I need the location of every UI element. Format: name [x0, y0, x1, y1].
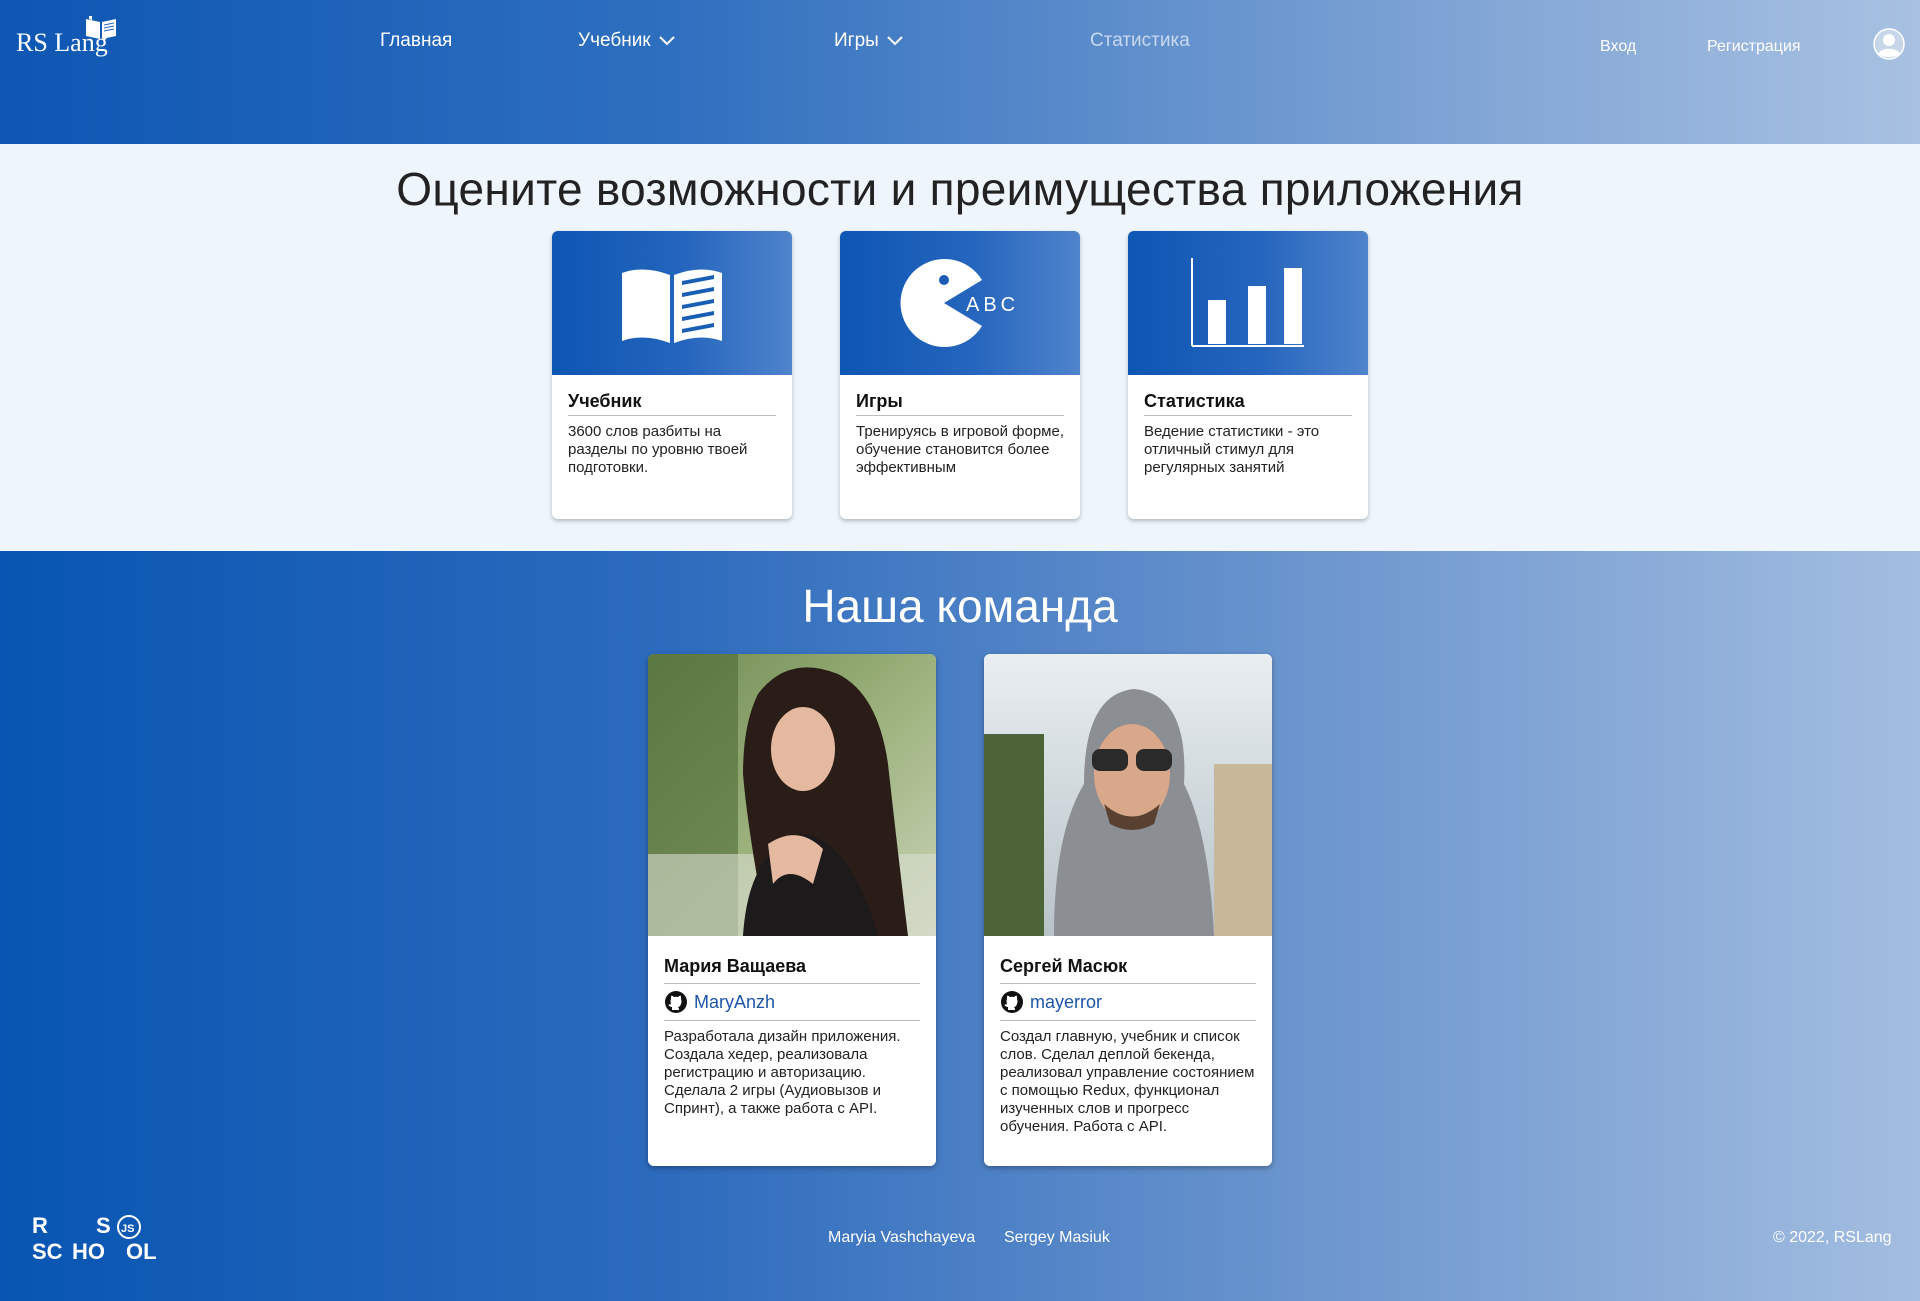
svg-text:JS: JS	[121, 1223, 134, 1235]
chevron-down-icon	[887, 36, 903, 46]
feature-card-text: Тренируясь в игровой форме, обучение ста…	[856, 423, 1064, 476]
team-card-maria: Мария Ващаева MaryAnzh Разработала дизай…	[648, 654, 936, 1166]
feature-card-text: 3600 слов разбиты на разделы по уровню т…	[568, 423, 748, 476]
nav-statistics[interactable]: Статистика	[1090, 30, 1190, 52]
nav-games[interactable]: Игры	[834, 30, 903, 52]
member-photo-sergey	[984, 654, 1272, 936]
nav-games-label: Игры	[834, 30, 879, 51]
feature-card-banner	[1128, 231, 1368, 375]
rs-school-logo[interactable]: R S SC HO OL JS	[30, 1213, 165, 1263]
svg-text:R: R	[32, 1213, 48, 1238]
feature-card-games[interactable]: ABC Игры Тренируясь в игровой форме, обу…	[840, 231, 1080, 519]
member-name: Сергей Масюк	[1000, 956, 1256, 984]
pacman-abc-icon: ABC	[900, 259, 1019, 347]
features-section: Оцените возможности и преимущества прило…	[0, 144, 1920, 551]
nav-statistics-label: Статистика	[1090, 30, 1190, 51]
feature-card-banner: ABC	[840, 231, 1080, 375]
feature-card-title: Статистика	[1144, 391, 1352, 416]
svg-text:HO: HO	[72, 1239, 105, 1263]
book-icon	[622, 269, 722, 343]
nav-textbook[interactable]: Учебник	[578, 30, 675, 52]
nav-home-label: Главная	[380, 30, 453, 51]
svg-text:S: S	[96, 1213, 111, 1238]
feature-card-statistics[interactable]: Статистика Ведение статистики - это отли…	[1128, 231, 1368, 519]
copyright: © 2022, RSLang	[1773, 1229, 1892, 1246]
user-avatar-icon[interactable]	[1873, 28, 1905, 60]
login-button[interactable]: Вход	[1600, 38, 1636, 56]
feature-card-banner	[552, 231, 792, 375]
header: RS Lang Главная Учебник Игры Статистика …	[0, 0, 1920, 144]
book-icon	[86, 16, 116, 39]
github-icon[interactable]	[664, 990, 688, 1014]
feature-card-text: Ведение статистики - это отличный стимул…	[1144, 423, 1320, 476]
footer-link-maryia[interactable]: Maryia Vashchayeva	[828, 1229, 975, 1247]
team-card-sergey: Сергей Масюк mayerror Создал главную, уч…	[984, 654, 1272, 1166]
team-title: Наша команда	[802, 580, 1118, 632]
register-button[interactable]: Регистрация	[1707, 38, 1801, 56]
team-section: Наша команда Мария Ващаева MaryAnzh Разр…	[0, 551, 1920, 1301]
nav-textbook-label: Учебник	[578, 30, 651, 51]
github-row: MaryAnzh	[664, 984, 920, 1021]
bar-chart-icon	[1191, 258, 1304, 347]
features-title: Оцените возможности и преимущества прило…	[396, 163, 1524, 215]
feature-card-title: Учебник	[568, 391, 776, 416]
svg-text:OL: OL	[126, 1239, 157, 1263]
member-name: Мария Ващаева	[664, 956, 920, 984]
nav-home[interactable]: Главная	[380, 30, 452, 52]
github-icon[interactable]	[1000, 990, 1024, 1014]
feature-card-textbook[interactable]: Учебник 3600 слов разбиты на разделы по …	[552, 231, 792, 519]
member-description: Разработала дизайн приложения. Создала х…	[664, 1028, 901, 1117]
member-photo-maria	[648, 654, 936, 936]
abc-text: ABC	[966, 294, 1019, 316]
feature-card-title: Игры	[856, 391, 1064, 416]
chevron-down-icon	[658, 36, 675, 46]
svg-text:SC: SC	[32, 1239, 63, 1263]
github-row: mayerror	[1000, 984, 1256, 1021]
github-link[interactable]: mayerror	[1030, 992, 1102, 1013]
app-logo[interactable]: RS Lang	[16, 16, 116, 58]
github-link[interactable]: MaryAnzh	[694, 992, 775, 1013]
footer-link-sergey[interactable]: Sergey Masiuk	[1004, 1229, 1110, 1247]
member-description: Создал главную, учебник и список слов. С…	[1000, 1028, 1255, 1135]
